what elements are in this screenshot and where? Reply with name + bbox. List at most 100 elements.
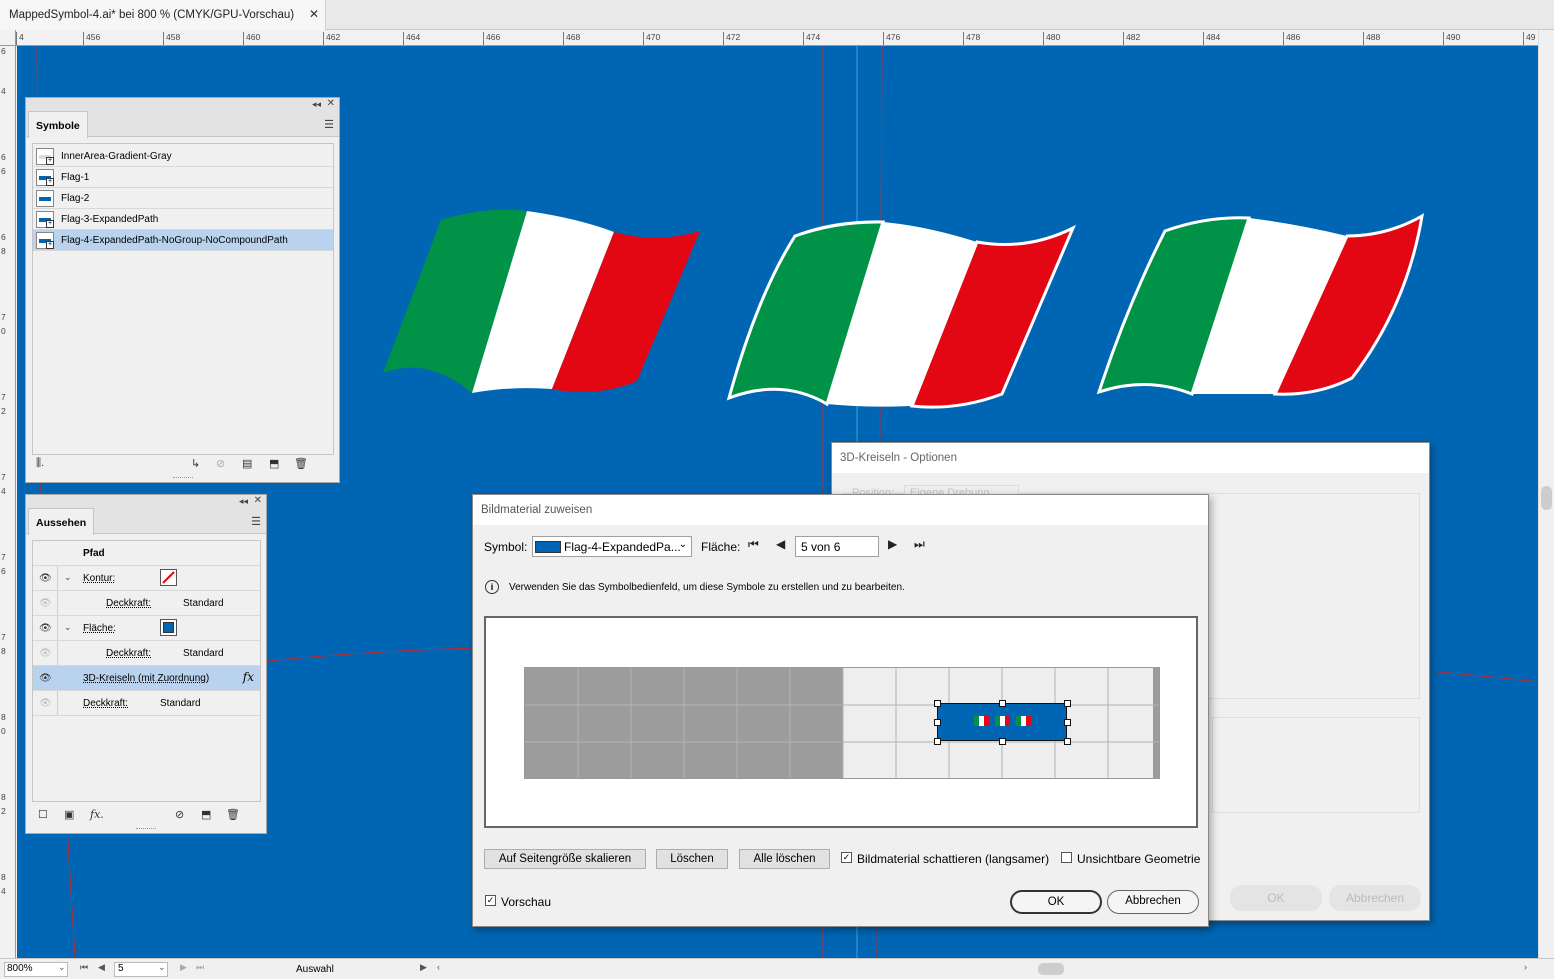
- list-item[interactable]: Flag-2: [33, 188, 333, 209]
- resize-handle[interactable]: [1064, 700, 1071, 707]
- clear-button[interactable]: Löschen: [656, 849, 728, 869]
- opacity-label[interactable]: Deckkraft:: [83, 698, 128, 709]
- close-icon[interactable]: ✕: [327, 98, 335, 109]
- tool-menu-icon[interactable]: ▶: [420, 962, 427, 973]
- face-field[interactable]: 5 von 6: [795, 536, 879, 557]
- resize-handle[interactable]: [1064, 738, 1071, 745]
- vertical-scrollbar[interactable]: [1538, 30, 1554, 958]
- fill-label[interactable]: Fläche:: [83, 623, 116, 634]
- eye-icon[interactable]: 👁: [39, 673, 52, 684]
- chevron-down-icon[interactable]: ⌄: [64, 622, 72, 633]
- stroke-row[interactable]: 👁 ⌄ Kontur:: [33, 566, 260, 591]
- delete-icon[interactable]: 🗑: [294, 457, 308, 470]
- tab-symbols[interactable]: Symbole: [28, 111, 88, 138]
- eye-icon[interactable]: 👁: [39, 698, 52, 709]
- preview-label[interactable]: Vorschau: [501, 895, 551, 909]
- horizontal-ruler[interactable]: 4 456 458 460 462 464 466 468 470 472 47…: [16, 30, 1538, 46]
- list-item[interactable]: + Flag-3-ExpandedPath: [33, 209, 333, 230]
- document-tab[interactable]: MappedSymbol-4.ai* bei 800 % (CMYK/GPU-V…: [0, 0, 326, 30]
- eye-icon[interactable]: 👁: [39, 648, 52, 659]
- fx-icon[interactable]: fx.: [90, 808, 104, 821]
- close-icon[interactable]: ✕: [254, 495, 262, 506]
- close-icon[interactable]: ✕: [309, 7, 319, 21]
- horizontal-scroll-thumb[interactable]: [1038, 963, 1064, 975]
- collapse-icon[interactable]: ◂◂: [239, 496, 248, 507]
- panel-topbar[interactable]: ◂◂ ✕: [26, 495, 266, 508]
- resize-handle[interactable]: [999, 700, 1006, 707]
- chevron-down-icon[interactable]: ⌄: [158, 962, 166, 973]
- next-face-icon[interactable]: ▶: [888, 537, 897, 551]
- resize-grip[interactable]: [136, 828, 156, 833]
- surface-grid[interactable]: [524, 667, 1160, 779]
- invisible-geometry-label[interactable]: Unsichtbare Geometrie: [1077, 852, 1200, 866]
- resize-handle[interactable]: [934, 700, 941, 707]
- panel-topbar[interactable]: ◂◂ ✕: [26, 98, 339, 111]
- resize-handle[interactable]: [934, 738, 941, 745]
- list-item[interactable]: + InnerArea-Gradient-Gray: [33, 146, 333, 167]
- eye-icon[interactable]: 👁: [39, 623, 52, 634]
- scroll-right-icon[interactable]: ›: [1524, 962, 1527, 972]
- effect-label[interactable]: 3D-Kreiseln (mit Zuordnung): [83, 673, 209, 684]
- shade-artwork-checkbox[interactable]: ✓: [841, 852, 852, 863]
- options-icon[interactable]: ▤: [242, 457, 252, 470]
- break-link-icon[interactable]: ⊘: [216, 457, 225, 470]
- resize-grip[interactable]: [172, 477, 193, 482]
- clear-all-button[interactable]: Alle löschen: [739, 849, 830, 869]
- scroll-thumb[interactable]: [1541, 486, 1552, 510]
- fill-opacity-row[interactable]: 👁 Deckkraft: Standard: [33, 641, 260, 666]
- object-opacity-row[interactable]: 👁 Deckkraft: Standard: [33, 691, 260, 716]
- symbol-list[interactable]: + InnerArea-Gradient-Gray + Flag-1 Flag-…: [32, 143, 334, 455]
- first-artboard-icon[interactable]: ⏮: [80, 962, 88, 973]
- shade-artwork-label[interactable]: Bildmaterial schattieren (langsamer): [857, 852, 1049, 866]
- scroll-left-icon[interactable]: ‹: [437, 962, 440, 972]
- menu-icon[interactable]: ☰: [324, 118, 334, 131]
- stroke-opacity-row[interactable]: 👁 Deckkraft: Standard: [33, 591, 260, 616]
- chevron-down-icon[interactable]: ⌄: [64, 572, 72, 583]
- last-artboard-icon[interactable]: ⏭: [196, 962, 204, 973]
- delete-icon[interactable]: 🗑: [226, 808, 240, 821]
- dialog-title[interactable]: 3D-Kreiseln - Optionen: [832, 443, 1429, 473]
- last-face-icon[interactable]: ⏭: [914, 537, 925, 552]
- place-instance-icon[interactable]: ↳: [191, 457, 200, 470]
- opacity-label[interactable]: Deckkraft:: [106, 648, 151, 659]
- tab-appearance[interactable]: Aussehen: [28, 508, 95, 535]
- cancel-button[interactable]: Abbrechen: [1107, 890, 1199, 914]
- list-item[interactable]: + Flag-1: [33, 167, 333, 188]
- invisible-geometry-checkbox[interactable]: [1061, 852, 1072, 863]
- library-icon[interactable]: ⫼.: [36, 457, 44, 470]
- fill-row[interactable]: 👁 ⌄ Fläche:: [33, 616, 260, 641]
- prev-face-icon[interactable]: ◀: [776, 537, 785, 551]
- symbol-select[interactable]: Flag-4-ExpandedPa... ⌄: [532, 536, 692, 557]
- eye-icon[interactable]: 👁: [39, 598, 52, 609]
- add-fill-icon[interactable]: ▣: [64, 808, 74, 821]
- preview-checkbox[interactable]: ✓: [485, 895, 496, 906]
- fill-swatch[interactable]: [160, 619, 177, 636]
- collapse-icon[interactable]: ◂◂: [312, 99, 321, 110]
- mapped-artwork[interactable]: [934, 700, 1071, 745]
- appearance-header[interactable]: Pfad: [33, 541, 260, 566]
- stroke-swatch[interactable]: [160, 569, 177, 586]
- menu-icon[interactable]: ☰: [251, 515, 261, 528]
- add-stroke-icon[interactable]: ☐: [38, 808, 48, 821]
- surface-preview[interactable]: [484, 616, 1198, 828]
- prev-artboard-icon[interactable]: ◀: [98, 962, 105, 973]
- stroke-label[interactable]: Kontur:: [83, 573, 115, 584]
- duplicate-icon[interactable]: ⬒: [201, 808, 211, 821]
- eye-icon[interactable]: 👁: [39, 573, 52, 584]
- first-face-icon[interactable]: ⏮: [748, 537, 759, 552]
- next-artboard-icon[interactable]: ▶: [180, 962, 187, 973]
- effect-row-3d-revolve[interactable]: 👁 3D-Kreiseln (mit Zuordnung) fx: [33, 666, 260, 691]
- ruler-origin[interactable]: [0, 30, 16, 46]
- chevron-down-icon[interactable]: ⌄: [58, 962, 66, 973]
- ok-button[interactable]: OK: [1010, 890, 1102, 914]
- new-symbol-icon[interactable]: ⬒: [269, 457, 279, 470]
- resize-handle[interactable]: [999, 738, 1006, 745]
- cancel-button[interactable]: Abbrechen: [1329, 885, 1421, 911]
- opacity-label[interactable]: Deckkraft:: [106, 598, 151, 609]
- resize-handle[interactable]: [934, 719, 941, 726]
- resize-handle[interactable]: [1064, 719, 1071, 726]
- dialog-title[interactable]: Bildmaterial zuweisen: [473, 495, 1208, 525]
- vertical-ruler[interactable]: 6 4 6 6 6 8 7 0 7 2 7 4 7 6 7 8 8 0 8 2 …: [0, 46, 16, 958]
- fx-icon[interactable]: fx: [243, 670, 254, 684]
- clear-icon[interactable]: ⊘: [175, 808, 184, 821]
